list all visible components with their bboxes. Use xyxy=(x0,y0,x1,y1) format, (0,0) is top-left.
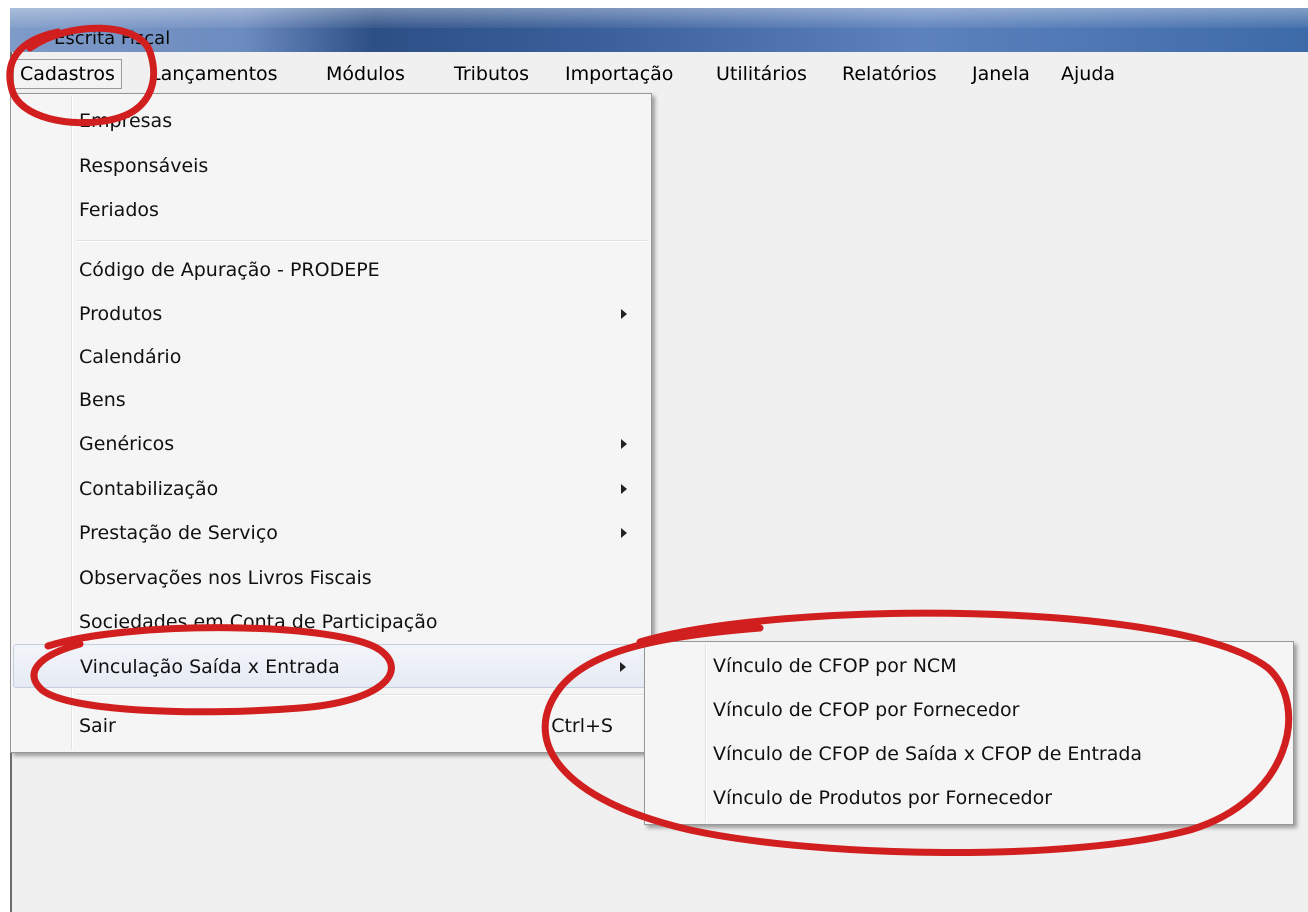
vinculacao-submenu: Vínculo de CFOP por NCM Vínculo de CFOP … xyxy=(644,641,1294,825)
menu-lancamentos[interactable]: Lançamentos xyxy=(144,59,284,89)
menu-item-label: Vínculo de CFOP por Fornecedor xyxy=(713,699,1020,721)
menu-item-label: Vínculo de CFOP de Saída x CFOP de Entra… xyxy=(713,743,1143,765)
submenu-arrow-icon xyxy=(621,528,627,538)
submenu-item-cfop-saida-entrada[interactable]: Vínculo de CFOP de Saída x CFOP de Entra… xyxy=(647,732,1291,776)
menu-item-label: Produtos xyxy=(79,303,163,325)
submenu-arrow-icon xyxy=(620,662,626,672)
menu-item-calendario[interactable]: Calendário xyxy=(13,335,649,379)
menu-item-label: Código de Apuração - PRODEPE xyxy=(79,259,380,281)
menu-janela[interactable]: Janela xyxy=(966,59,1036,89)
menu-item-label: Sociedades em Conta de Participação xyxy=(79,611,438,633)
submenu-item-cfop-fornecedor[interactable]: Vínculo de CFOP por Fornecedor xyxy=(647,688,1291,732)
menu-item-vinculacao[interactable]: Vinculação Saída x Entrada xyxy=(13,644,649,688)
menu-modulos[interactable]: Módulos xyxy=(320,59,411,89)
menu-item-label: Observações nos Livros Fiscais xyxy=(79,567,372,589)
menu-importacao[interactable]: Importação xyxy=(559,59,679,89)
title-bar-glass xyxy=(10,8,1308,28)
submenu-arrow-icon xyxy=(621,309,627,319)
menu-item-observacoes[interactable]: Observações nos Livros Fiscais xyxy=(13,556,649,600)
menu-cadastros[interactable]: Cadastros xyxy=(13,59,122,89)
submenu-arrow-icon xyxy=(621,439,627,449)
cadastros-dropdown: Empresas Responsáveis Feriados Código de… xyxy=(10,93,652,753)
menu-item-contabilizacao[interactable]: Contabilização xyxy=(13,467,649,511)
menu-item-label: Bens xyxy=(79,389,126,411)
menu-item-responsaveis[interactable]: Responsáveis xyxy=(13,144,649,188)
menu-item-codigo-apuracao[interactable]: Código de Apuração - PRODEPE xyxy=(13,248,649,292)
menu-item-label: Vínculo de Produtos por Fornecedor xyxy=(713,787,1053,809)
menu-item-empresas[interactable]: Empresas xyxy=(13,99,649,143)
menu-tributos[interactable]: Tributos xyxy=(448,59,535,89)
title-bar[interactable]: Escrita Fiscal xyxy=(10,8,1308,52)
menu-item-label: Calendário xyxy=(79,346,182,368)
menu-item-prestacao-servico[interactable]: Prestação de Serviço xyxy=(13,511,649,555)
menu-ajuda[interactable]: Ajuda xyxy=(1055,59,1121,89)
menu-item-genericos[interactable]: Genéricos xyxy=(13,422,649,466)
menu-item-label: Vínculo de CFOP por NCM xyxy=(713,655,957,677)
menu-item-label: Feriados xyxy=(79,199,159,221)
submenu-arrow-icon xyxy=(621,484,627,494)
menu-item-sair[interactable]: Sair Ctrl+S xyxy=(13,704,649,748)
menu-item-label: Sair xyxy=(79,715,116,737)
menu-item-bens[interactable]: Bens xyxy=(13,378,649,422)
submenu-item-produtos-fornecedor[interactable]: Vínculo de Produtos por Fornecedor xyxy=(647,776,1291,820)
menu-separator xyxy=(77,240,647,242)
menu-item-label: Vinculação Saída x Entrada xyxy=(80,656,340,678)
shortcut-label: Ctrl+S xyxy=(551,715,613,737)
window-title: Escrita Fiscal xyxy=(54,28,171,49)
menu-separator xyxy=(77,694,647,696)
menu-item-label: Prestação de Serviço xyxy=(79,522,278,544)
menu-relatorios[interactable]: Relatórios xyxy=(836,59,943,89)
menu-item-label: Responsáveis xyxy=(79,155,209,177)
menu-item-sociedades[interactable]: Sociedades em Conta de Participação xyxy=(13,600,649,644)
menu-item-feriados[interactable]: Feriados xyxy=(13,188,649,232)
menu-bar: Cadastros Lançamentos Módulos Tributos I… xyxy=(10,58,1308,92)
app-window: Escrita Fiscal Cadastros Lançamentos Mód… xyxy=(0,0,1308,912)
submenu-item-cfop-ncm[interactable]: Vínculo de CFOP por NCM xyxy=(647,644,1291,688)
menu-utilitarios[interactable]: Utilitários xyxy=(710,59,813,89)
menu-item-label: Genéricos xyxy=(79,433,175,455)
menu-item-produtos[interactable]: Produtos xyxy=(13,292,649,336)
menu-item-label: Contabilização xyxy=(79,478,219,500)
menu-item-label: Empresas xyxy=(79,110,173,132)
